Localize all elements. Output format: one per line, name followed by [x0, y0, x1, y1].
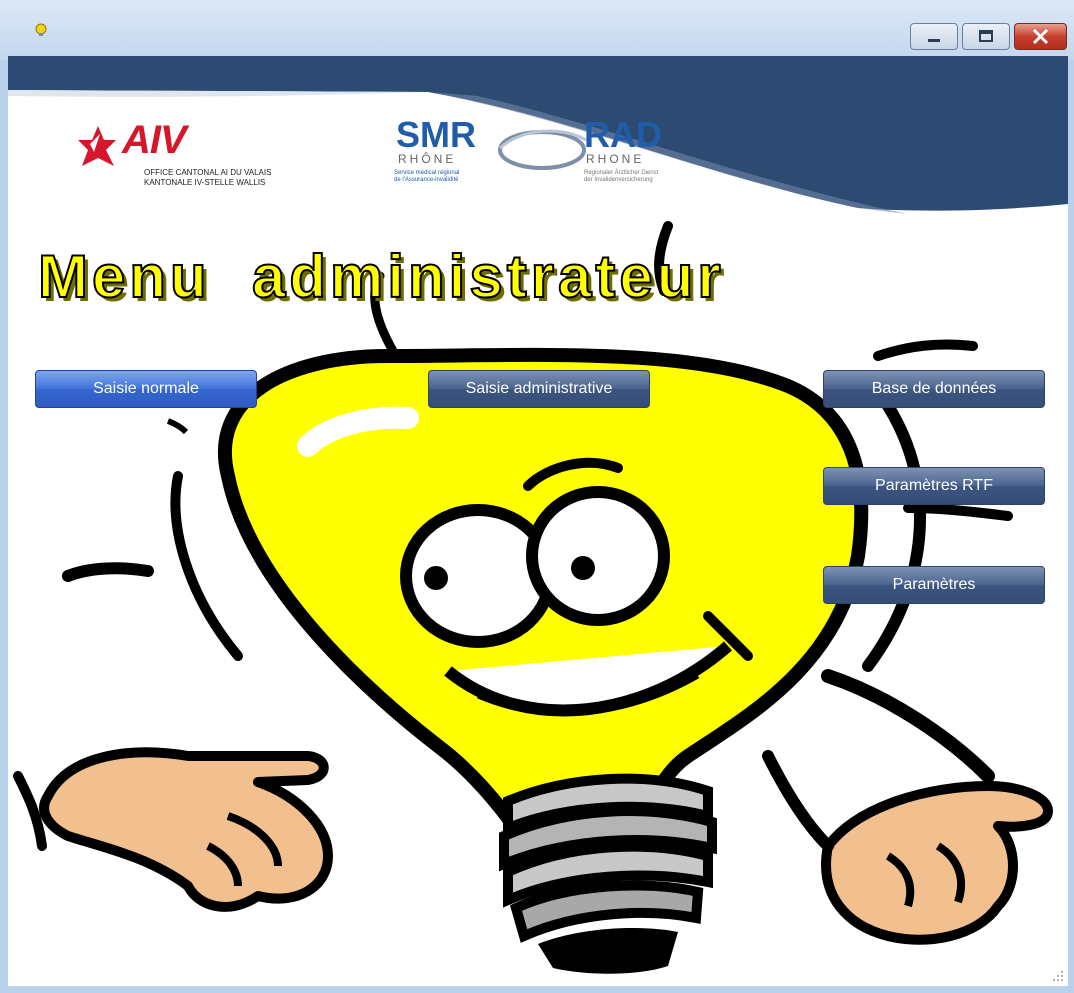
smr-subtitle: RHÔNE — [398, 152, 457, 166]
rad-caption-1: Regionaler Ärztlicher Dienst — [584, 170, 659, 176]
close-button[interactable] — [1014, 23, 1067, 50]
app-window: AIV OFFICE CANTONAL AI DU VALAIS KANTONA… — [0, 0, 1074, 993]
aiv-logo: AIV OFFICE CANTONAL AI DU VALAIS KANTONA… — [70, 118, 300, 198]
page-title: Menu administrateur — [37, 242, 725, 311]
smr-wordmark: SMR — [396, 114, 476, 155]
minimize-icon — [928, 39, 940, 42]
lightbulb-icon — [35, 23, 47, 36]
maximize-button[interactable] — [962, 23, 1010, 50]
saisie-normale-button[interactable]: Saisie normale — [35, 370, 257, 408]
aiv-wordmark: AIV — [122, 118, 187, 162]
title-bar[interactable] — [0, 0, 1074, 60]
parametres-button[interactable]: Paramètres — [823, 566, 1045, 604]
base-de-donnees-button[interactable]: Base de données — [823, 370, 1045, 408]
resize-grip-icon[interactable] — [1052, 970, 1064, 982]
close-icon — [1032, 28, 1049, 45]
form-client-area: AIV OFFICE CANTONAL AI DU VALAIS KANTONA… — [8, 56, 1068, 986]
aiv-subtitle-line-1: OFFICE CANTONAL AI DU VALAIS — [144, 168, 272, 177]
rad-caption-2: der Invalidenversicherung — [584, 177, 653, 183]
smr-caption-2: de l'Assurance-invalidité — [394, 177, 459, 183]
smr-caption-1: Service médical régional — [394, 170, 460, 176]
saisie-administrative-button[interactable]: Saisie administrative — [428, 370, 650, 408]
smr-rad-logo: SMR RHÔNE Service médical régional de l'… — [386, 114, 706, 224]
rad-subtitle: RHONE — [586, 152, 645, 166]
parametres-rtf-button[interactable]: Paramètres RTF — [823, 467, 1045, 505]
maximize-icon — [979, 30, 993, 42]
aiv-subtitle-line-2: KANTONALE IV-STELLE WALLIS — [144, 178, 266, 187]
minimize-button[interactable] — [910, 23, 958, 50]
rad-wordmark: RAD — [584, 114, 662, 155]
